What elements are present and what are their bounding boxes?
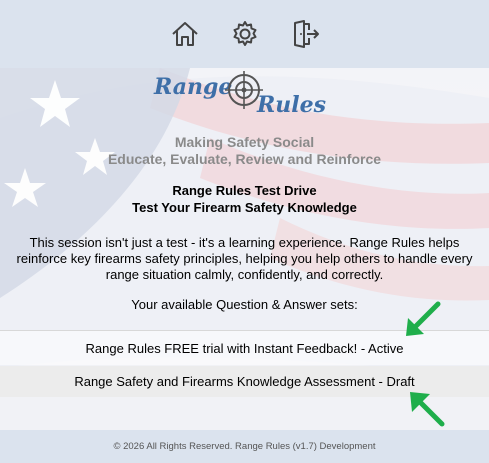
- settings-button[interactable]: [225, 14, 265, 54]
- home-button[interactable]: [165, 14, 205, 54]
- gear-icon: [233, 21, 256, 46]
- footer: © 2026 All Rights Reserved. Range Rules …: [0, 430, 489, 463]
- range-rules-logo: Range Rules: [150, 68, 350, 126]
- intro-text: This session isn't just a test - it's a …: [16, 235, 473, 282]
- question-set-label: Range Safety and Firearms Knowledge Asse…: [74, 374, 415, 389]
- green-arrow-icon: [410, 392, 445, 427]
- page-title: Range Rules Test Drive: [172, 183, 317, 198]
- logo-word-range: Range: [154, 74, 233, 100]
- hero-section: Range Rules Making Safety Social Educate…: [0, 68, 489, 430]
- tagline-line2: Educate, Evaluate, Review and Reinforce: [107, 151, 382, 167]
- top-nav-bar: [0, 0, 489, 68]
- footer-text: © 2026 All Rights Reserved. Range Rules …: [113, 441, 376, 452]
- logo-word-rules: Rules: [257, 92, 327, 118]
- page-subtitle: Test Your Firearm Safety Knowledge: [132, 200, 357, 215]
- question-set-label: Range Rules FREE trial with Instant Feed…: [85, 340, 404, 356]
- tagline-line1: Making Safety Social: [174, 134, 315, 150]
- green-arrow-icon: [406, 301, 441, 336]
- logout-icon: [293, 20, 319, 48]
- logout-button[interactable]: [285, 14, 325, 54]
- home-icon: [171, 22, 198, 46]
